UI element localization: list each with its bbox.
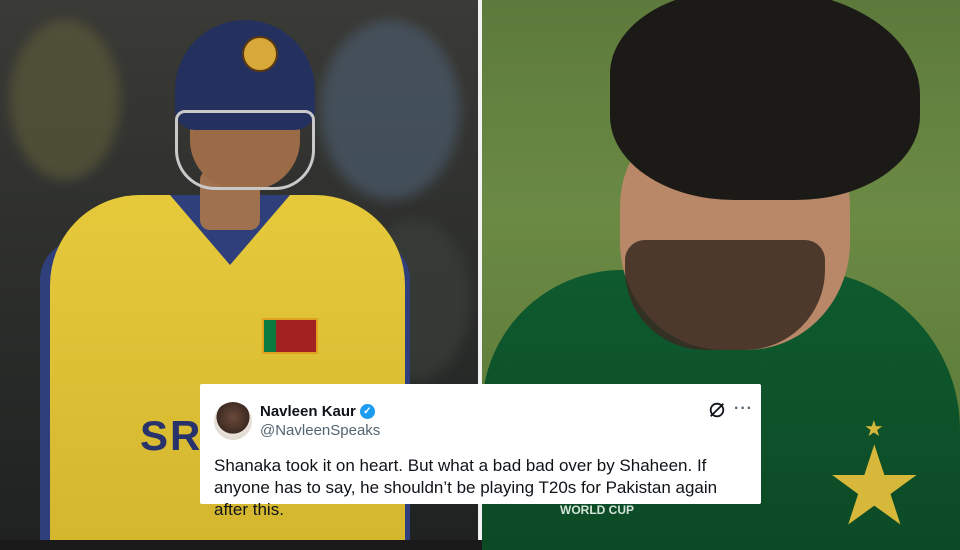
more-options-icon[interactable]: ··· [734, 400, 753, 418]
avatar[interactable] [214, 402, 252, 440]
verified-badge-icon: ✓ [359, 404, 375, 419]
helmet-badge-icon [242, 36, 278, 72]
author-name[interactable]: Navleen Kaur [260, 403, 356, 420]
crowd-blur [320, 20, 460, 200]
pakistan-star-icon: ★ [825, 425, 924, 548]
x-logo-icon[interactable] [708, 401, 726, 419]
crowd-blur [10, 20, 120, 180]
author-row: Navleen Kaur ✓ [260, 403, 375, 420]
author-handle[interactable]: @NavleenSpeaks [260, 422, 380, 439]
player-hair [610, 0, 920, 200]
helmet-grille [175, 110, 315, 190]
tweet-text: Shanaka took it on heart. But what a bad… [214, 456, 718, 519]
sri-lanka-flag-icon [262, 318, 318, 354]
